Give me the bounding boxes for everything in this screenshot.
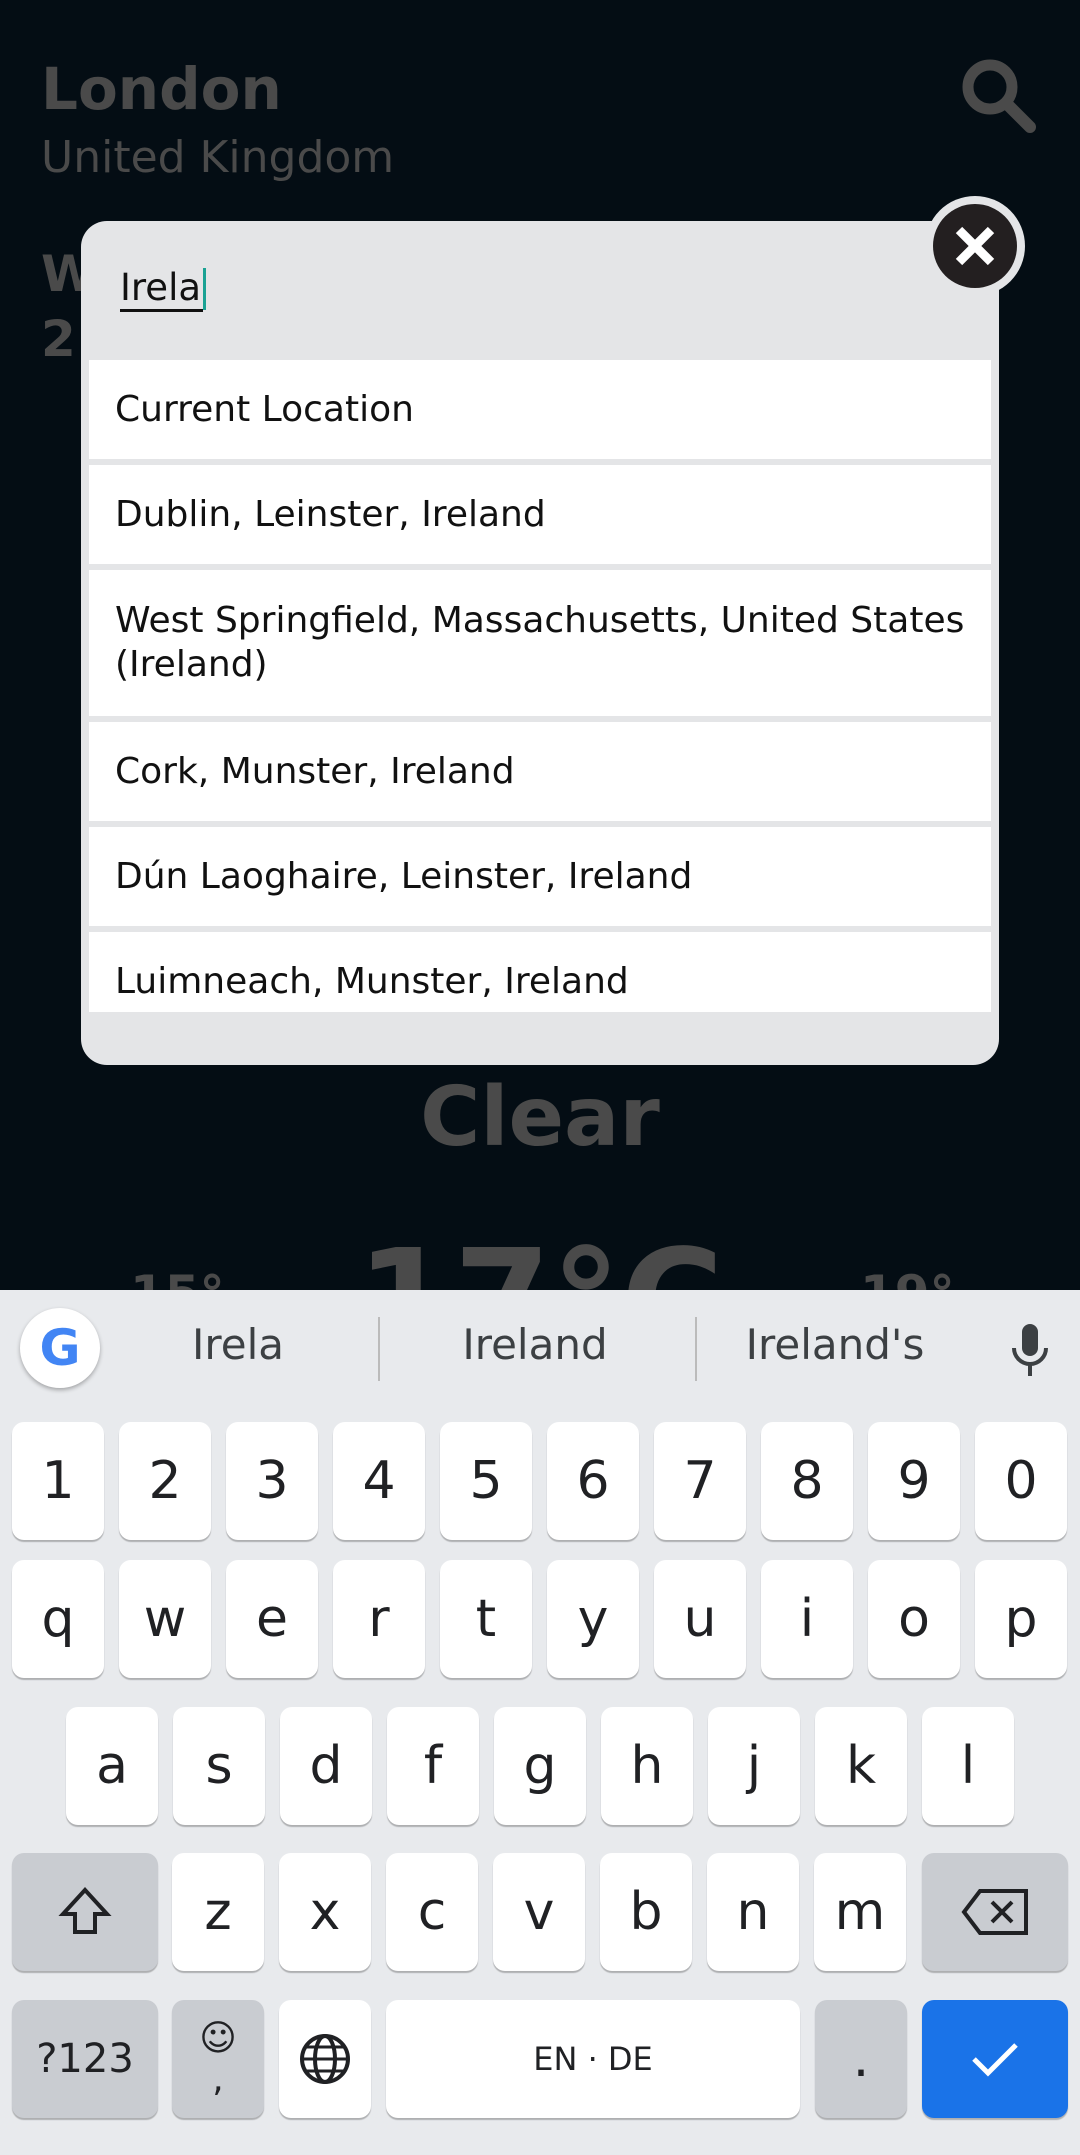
backspace-key[interactable] — [922, 1853, 1068, 1971]
key-f[interactable]: f — [387, 1707, 479, 1825]
suggestion[interactable]: Ireland — [395, 1320, 675, 1369]
globe-icon — [300, 2034, 350, 2084]
key-0[interactable]: 0 — [975, 1422, 1067, 1540]
space-key[interactable]: EN · DE — [386, 2000, 800, 2118]
result-item[interactable]: Luimneach, Munster, Ireland — [89, 932, 991, 1012]
key-3[interactable]: 3 — [226, 1422, 318, 1540]
key-p[interactable]: p — [975, 1560, 1067, 1678]
key-1[interactable]: 1 — [12, 1422, 104, 1540]
city-name: London — [41, 55, 282, 123]
key-4[interactable]: 4 — [333, 1422, 425, 1540]
key-v[interactable]: v — [493, 1853, 585, 1971]
key-l[interactable]: l — [922, 1707, 1014, 1825]
search-input[interactable]: Irela — [120, 266, 207, 312]
shift-key[interactable] — [12, 1853, 158, 1971]
result-item[interactable]: Dublin, Leinster, Ireland — [89, 465, 991, 564]
key-8[interactable]: 8 — [761, 1422, 853, 1540]
key-o[interactable]: o — [868, 1560, 960, 1678]
key-w[interactable]: w — [119, 1560, 211, 1678]
keyboard: G Irela Ireland Ireland's 1234567890 qwe… — [0, 1290, 1080, 2155]
divider — [378, 1317, 380, 1381]
microphone-icon[interactable] — [1000, 1320, 1060, 1380]
key-x[interactable]: x — [279, 1853, 371, 1971]
key-m[interactable]: m — [814, 1853, 906, 1971]
close-icon — [955, 226, 995, 266]
country-name: United Kingdom — [41, 132, 395, 183]
language-key[interactable] — [279, 2000, 371, 2118]
result-item[interactable]: Dún Laoghaire, Leinster, Ireland — [89, 827, 991, 926]
key-6[interactable]: 6 — [547, 1422, 639, 1540]
result-item[interactable]: Cork, Munster, Ireland — [89, 722, 991, 821]
key-c[interactable]: c — [386, 1853, 478, 1971]
key-r[interactable]: r — [333, 1560, 425, 1678]
key-q[interactable]: q — [12, 1560, 104, 1678]
key-2[interactable]: 2 — [119, 1422, 211, 1540]
search-icon[interactable] — [958, 55, 1038, 135]
google-icon[interactable]: G — [20, 1308, 100, 1388]
emoji-comma-key[interactable]: ☺, — [172, 2000, 264, 2118]
key-n[interactable]: n — [707, 1853, 799, 1971]
key-g[interactable]: g — [494, 1707, 586, 1825]
done-key[interactable] — [922, 2000, 1068, 2118]
key-5[interactable]: 5 — [440, 1422, 532, 1540]
symbols-key[interactable]: ?123 — [12, 2000, 158, 2118]
key-b[interactable]: b — [600, 1853, 692, 1971]
result-item[interactable]: West Springfield, Massachusetts, United … — [89, 570, 991, 716]
key-d[interactable]: d — [280, 1707, 372, 1825]
key-h[interactable]: h — [601, 1707, 693, 1825]
shift-icon — [58, 1887, 112, 1934]
suggestion-bar: G Irela Ireland Ireland's — [0, 1290, 1080, 1412]
weather-value-fragment: 2 — [41, 310, 76, 368]
search-results-list[interactable]: Current Location Dublin, Leinster, Irela… — [89, 360, 991, 1012]
close-button[interactable] — [925, 196, 1025, 296]
location-search-dialog: Irela Current Location Dublin, Leinster,… — [81, 221, 999, 1065]
key-y[interactable]: y — [547, 1560, 639, 1678]
key-9[interactable]: 9 — [868, 1422, 960, 1540]
comma-label: , — [212, 2059, 224, 2100]
key-s[interactable]: s — [173, 1707, 265, 1825]
period-key[interactable]: . — [815, 2000, 907, 2118]
key-i[interactable]: i — [761, 1560, 853, 1678]
backspace-icon — [961, 1889, 1028, 1935]
key-z[interactable]: z — [172, 1853, 264, 1971]
weather-condition: Clear — [420, 1070, 660, 1165]
result-current-location[interactable]: Current Location — [89, 360, 991, 459]
key-j[interactable]: j — [708, 1707, 800, 1825]
key-k[interactable]: k — [815, 1707, 907, 1825]
suggestion[interactable]: Irela — [98, 1320, 378, 1369]
checkmark-icon — [972, 2043, 1018, 2077]
key-t[interactable]: t — [440, 1560, 532, 1678]
suggestion[interactable]: Ireland's — [695, 1320, 975, 1369]
key-u[interactable]: u — [654, 1560, 746, 1678]
key-7[interactable]: 7 — [654, 1422, 746, 1540]
key-a[interactable]: a — [66, 1707, 158, 1825]
emoji-icon: ☺ — [199, 2018, 237, 2059]
key-e[interactable]: e — [226, 1560, 318, 1678]
